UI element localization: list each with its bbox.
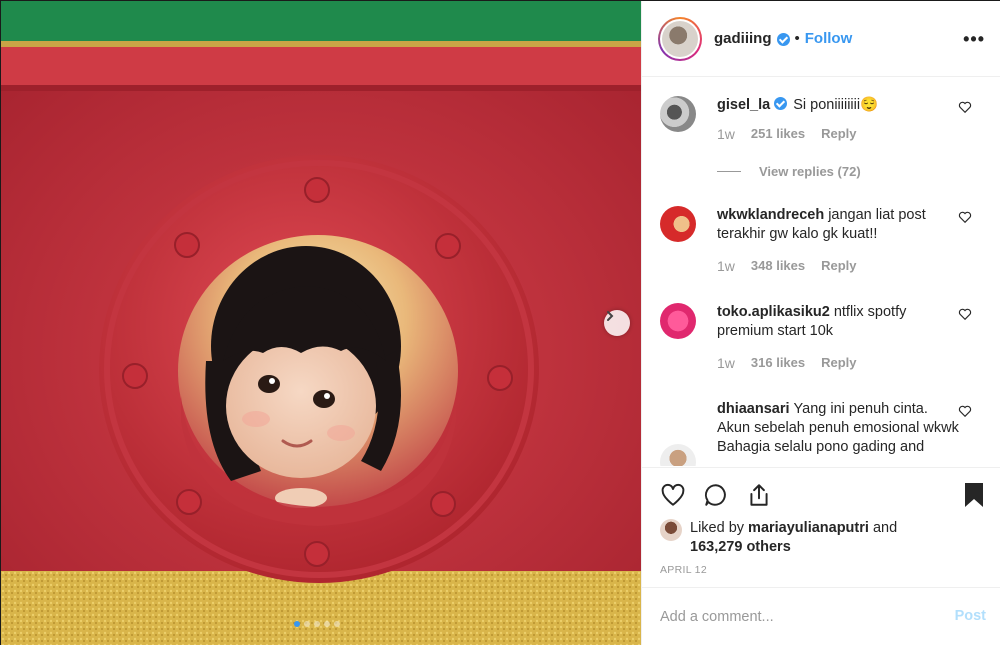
divider-line xyxy=(717,171,741,172)
add-comment-section: Post xyxy=(642,587,1000,645)
likes-count-link[interactable]: 163,279 others xyxy=(690,539,791,555)
chevron-right-icon xyxy=(607,311,614,321)
reply-button[interactable]: Reply xyxy=(821,126,856,142)
liker-username[interactable]: mariayulianaputri xyxy=(748,520,869,536)
verified-badge-icon xyxy=(776,33,790,46)
comment-likes[interactable]: 348 likes xyxy=(751,258,805,274)
comment-meta: 1w 348 likes Reply xyxy=(717,258,857,274)
like-heart-icon[interactable] xyxy=(660,482,686,508)
comment-body: toko.aplikasiku2 ntflix spotfy premium st… xyxy=(717,303,962,341)
liker-avatar[interactable] xyxy=(660,519,682,541)
comment-meta: 1w 316 likes Reply xyxy=(717,355,857,371)
comment-time: 1w xyxy=(717,126,735,142)
more-options-icon[interactable]: ••• xyxy=(963,29,985,50)
comment-meta: 1w 251 likes Reply xyxy=(717,126,857,142)
separator-dot: • xyxy=(794,30,800,47)
comment-avatar[interactable] xyxy=(660,444,696,466)
post-photo[interactable] xyxy=(1,1,641,645)
next-photo-button[interactable] xyxy=(604,310,630,336)
comment-likes[interactable]: 316 likes xyxy=(751,355,805,371)
carousel-dot xyxy=(324,621,330,627)
like-comment-heart-icon[interactable] xyxy=(958,100,972,114)
avatar-border xyxy=(660,18,700,59)
comment-username[interactable]: dhiaansari xyxy=(717,401,790,417)
liked-by: Liked by mariayulianaputri and 163,279 o… xyxy=(660,519,897,557)
carousel-dot xyxy=(334,621,340,627)
carousel-dot xyxy=(314,621,320,627)
comment-bubble-icon[interactable] xyxy=(703,482,729,508)
post-sidebar: gadiiing • Follow ••• gisel_la Si poniiii… xyxy=(641,1,1000,645)
verified-badge-icon xyxy=(774,97,788,110)
comment-avatar[interactable] xyxy=(660,303,696,339)
like-comment-heart-icon[interactable] xyxy=(958,307,972,321)
instagram-post-modal: gadiiing • Follow ••• gisel_la Si poniiii… xyxy=(0,0,1000,645)
avatar-image xyxy=(662,20,698,57)
photo-illustration xyxy=(1,1,641,645)
liked-by-prefix: Liked by xyxy=(690,520,749,536)
bookmark-saved-icon[interactable] xyxy=(962,482,986,508)
view-replies-button[interactable]: View replies (72) xyxy=(717,164,861,179)
post-header: gadiiing • Follow ••• xyxy=(642,1,1000,77)
comment-body: dhiaansari Yang ini penuh cinta. Akun seb… xyxy=(717,400,962,457)
carousel-indicator xyxy=(294,621,340,627)
comments-list[interactable]: gisel_la Si poniiiiiiii😌 1w 251 likes Rep… xyxy=(642,78,1000,466)
carousel-dot-active xyxy=(294,621,300,627)
post-actions: Liked by mariayulianaputri and 163,279 o… xyxy=(642,467,1000,587)
comment-time: 1w xyxy=(717,355,735,371)
comment-time: 1w xyxy=(717,258,735,274)
author-username[interactable]: gadiiing xyxy=(714,30,772,47)
like-comment-heart-icon[interactable] xyxy=(958,404,972,418)
carousel-dot xyxy=(304,621,310,627)
view-replies-label: View replies (72) xyxy=(759,164,861,179)
comment-text: Si poniiiiiiii😌 xyxy=(793,97,879,113)
liked-by-text: Liked by mariayulianaputri and 163,279 o… xyxy=(690,519,897,557)
reply-button[interactable]: Reply xyxy=(821,355,856,371)
comment-username[interactable]: wkwklandreceh xyxy=(717,207,824,223)
comment-username[interactable]: gisel_la xyxy=(717,97,770,113)
comment-body: wkwklandreceh jangan liat post terakhir g… xyxy=(717,206,962,244)
comment-avatar[interactable] xyxy=(660,96,696,132)
comment-avatar[interactable] xyxy=(660,206,696,242)
author-avatar[interactable] xyxy=(658,16,702,61)
liked-by-suffix: and xyxy=(868,520,898,536)
post-date[interactable]: APRIL 12 xyxy=(660,564,707,576)
add-comment-input[interactable] xyxy=(660,606,930,628)
reply-button[interactable]: Reply xyxy=(821,258,856,274)
post-comment-button[interactable]: Post xyxy=(955,608,986,624)
action-icons-row xyxy=(658,480,986,510)
like-comment-heart-icon[interactable] xyxy=(958,210,972,224)
share-icon[interactable] xyxy=(746,482,772,508)
follow-button[interactable]: Follow xyxy=(805,30,853,47)
comment-likes[interactable]: 251 likes xyxy=(751,126,805,142)
comment-body: gisel_la Si poniiiiiiii😌 xyxy=(717,96,962,115)
comment-username[interactable]: toko.aplikasiku2 xyxy=(717,304,830,320)
